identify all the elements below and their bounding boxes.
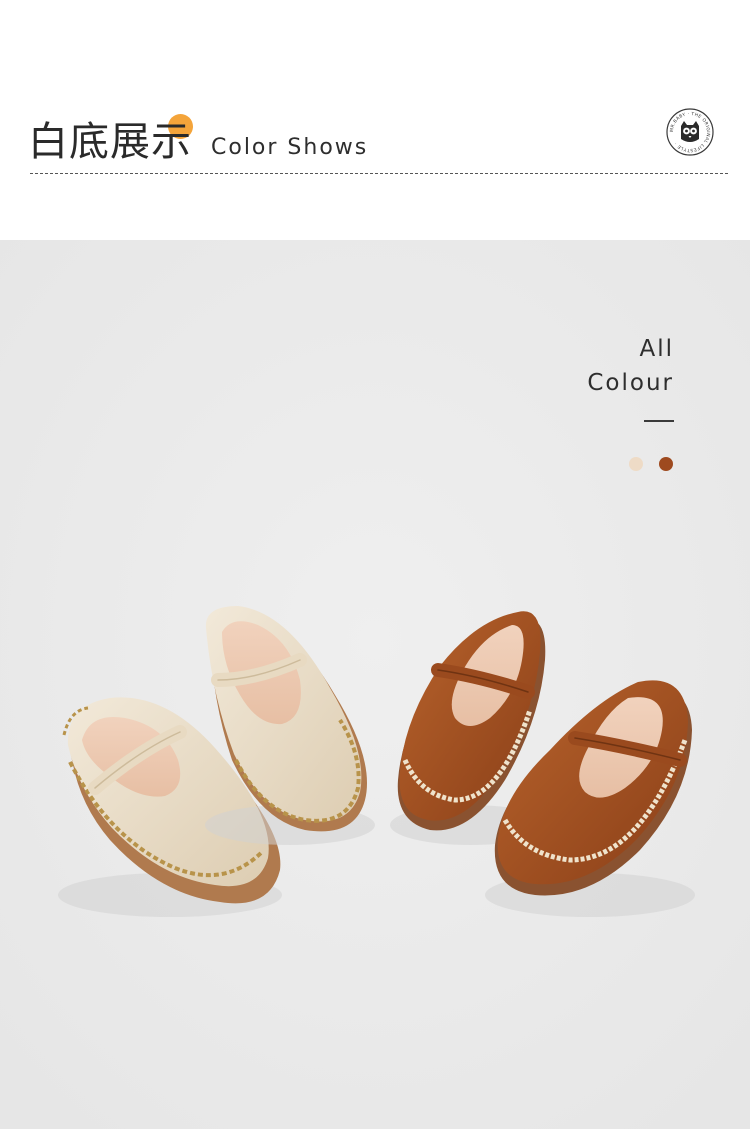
swatch-brown bbox=[659, 457, 673, 471]
all-colour-line-2: Colour bbox=[587, 370, 674, 396]
header-section: 白底展示 Color Shows MR.BABY · THE ORIGINAL … bbox=[0, 0, 750, 240]
swatch-beige bbox=[629, 457, 643, 471]
all-colour-line-1: All bbox=[639, 336, 674, 362]
brand-badge-logo: MR.BABY · THE ORIGINAL LIFESTYLE · bbox=[666, 108, 714, 156]
colour-divider bbox=[644, 420, 674, 422]
section-title-en: Color Shows bbox=[211, 135, 369, 160]
product-color-page: 白底展示 Color Shows MR.BABY · THE ORIGINAL … bbox=[0, 0, 750, 1129]
dashed-divider bbox=[30, 173, 728, 174]
section-title-cn: 白底展示 bbox=[28, 119, 192, 165]
all-colour-label: All Colour bbox=[587, 332, 674, 400]
